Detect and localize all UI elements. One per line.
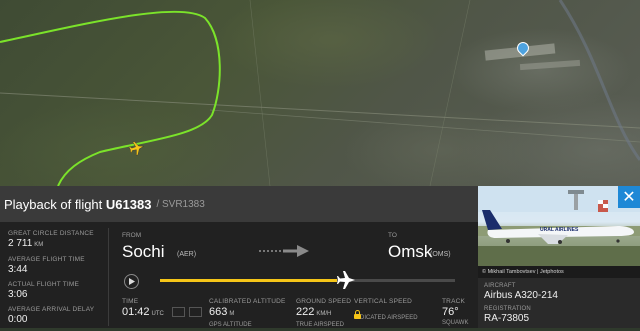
callsign: / SVR1383 <box>156 199 204 210</box>
panel-header: Playback of flight U61383 / SVR1383 <box>0 186 478 222</box>
close-icon: ✕ <box>622 189 636 206</box>
flight-map[interactable] <box>0 0 640 186</box>
aircraft-card: URAL AIRLINES © Mikhail Tambovtsev | Jet… <box>478 186 640 328</box>
distance-unit: KM <box>34 242 44 248</box>
aircraft-photo[interactable]: URAL AIRLINES <box>478 186 640 266</box>
to-city: Omsk <box>388 242 433 261</box>
speed-value-text: 222 <box>296 306 315 318</box>
time-stepper[interactable] <box>171 307 185 318</box>
flight-stats: GREAT CIRCLE DISTANCE 2 711 KM AVERAGE FL… <box>8 230 103 331</box>
time-stepper[interactable] <box>188 307 202 318</box>
livery-text: URAL AIRLINES <box>540 227 579 233</box>
from-code: (AER) <box>177 251 197 258</box>
title-prefix: Playback of flight <box>4 196 106 212</box>
stat-label: AVERAGE FLIGHT TIME <box>8 256 85 263</box>
checker-tower <box>598 200 608 212</box>
play-button[interactable] <box>124 274 139 289</box>
track-cell: TRACK 76° SQUAWK <box>442 298 468 326</box>
from-city: Sochi <box>122 242 165 261</box>
altitude-unit: M <box>229 311 235 317</box>
route: FROM Sochi (AER) TO Omsk (OMS) <box>122 232 462 272</box>
divider <box>108 228 109 326</box>
stat-label: AVERAGE ARRIVAL DELAY <box>8 306 95 313</box>
time-value: 01:42 UTC <box>122 306 202 320</box>
flight-playback-panel: Playback of flight U61383 / SVR1383 GREA… <box>0 186 478 328</box>
stat-value: 3:44 <box>8 264 28 275</box>
stat-value: 3:06 <box>8 289 28 300</box>
speed-unit: KM/H <box>316 311 332 317</box>
stat-label: GREAT CIRCLE DISTANCE <box>8 230 94 237</box>
callsign-text: SVR1383 <box>162 198 205 210</box>
vertical-speed-cell: VERTICAL SPEED INDICATED AIRSPEED <box>354 298 418 321</box>
live-data-row: TIME 01:42 UTC CALIBRATED ALTITUDE 663 M G… <box>122 298 472 328</box>
time-cell: TIME 01:42 UTC <box>122 298 202 325</box>
from-label: FROM <box>122 232 142 239</box>
flight-number: U61383 <box>105 196 152 212</box>
progress-fill <box>160 279 337 282</box>
true-airspeed-label: TRUE AIRSPEED <box>296 322 345 328</box>
aircraft-label: AIRCRAFT <box>484 283 516 289</box>
altitude-value-text: 663 <box>209 306 228 318</box>
time-value-text: 01:42 <box>122 306 150 318</box>
track-value: 76° <box>442 306 459 318</box>
time-label: TIME <box>122 298 139 305</box>
squawk-label: SQUAWK <box>442 320 469 326</box>
stat-value: 0:00 <box>8 314 28 325</box>
indicated-airspeed-label: INDICATED AIRSPEED <box>354 315 418 321</box>
aircraft-photo-drawing: URAL AIRLINES <box>478 186 640 266</box>
progress-plane-icon[interactable] <box>336 270 356 290</box>
panel-title: Playback of flight U61383 <box>4 197 151 212</box>
to-code: (OMS) <box>430 251 451 258</box>
stat-value: 2 711 KM <box>8 238 103 251</box>
map-overlay <box>0 0 640 186</box>
aircraft-info: AIRCRAFT Airbus A320-214 REGISTRATION RA… <box>484 282 558 328</box>
registration-value: RA-73805 <box>484 313 530 324</box>
aircraft-type: Airbus A320-214 <box>484 290 558 301</box>
distance-value: 2 711 <box>8 238 33 249</box>
altitude-label: CALIBRATED ALTITUDE <box>209 298 286 305</box>
time-unit: UTC <box>151 311 164 317</box>
separator: / <box>156 198 160 210</box>
altitude-value: 663 M <box>209 306 286 320</box>
to-label: TO <box>388 232 397 239</box>
playback-progress[interactable] <box>160 279 455 282</box>
gps-altitude-label: GPS ALTITUDE <box>209 322 252 328</box>
speed-cell: GROUND SPEED 222 KM/H TRUE AIRSPEED <box>296 298 351 328</box>
lock-icon[interactable] <box>354 310 361 319</box>
altitude-cell: CALIBRATED ALTITUDE 663 M GPS ALTITUDE <box>209 298 286 328</box>
stat-label: ACTUAL FLIGHT TIME <box>8 281 80 288</box>
route-arrow-icon <box>259 245 309 257</box>
close-button[interactable]: ✕ <box>618 186 640 208</box>
photo-credit[interactable]: © Mikhail Tambovtsev | Jetphotos <box>478 266 640 278</box>
track-label: TRACK <box>442 298 466 305</box>
registration-label: REGISTRATION <box>484 306 531 312</box>
speed-value: 222 KM/H <box>296 306 351 320</box>
vertical-speed-label: VERTICAL SPEED <box>354 298 413 305</box>
play-icon <box>128 278 135 285</box>
speed-label: GROUND SPEED <box>296 298 352 305</box>
